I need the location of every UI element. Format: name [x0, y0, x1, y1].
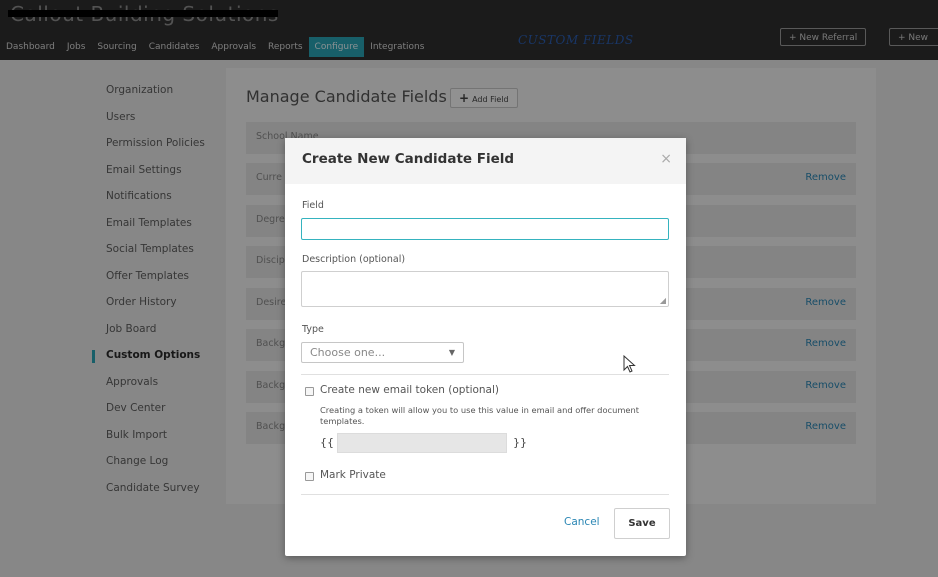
description-textarea[interactable]: ◢: [301, 271, 669, 307]
token-input[interactable]: [337, 433, 507, 453]
mark-private-checkbox[interactable]: [305, 472, 314, 481]
divider: [301, 494, 669, 495]
token-close-brace: }}: [513, 436, 527, 449]
type-select[interactable]: Choose one... ▼: [301, 342, 464, 363]
email-token-label: Create new email token (optional): [320, 384, 500, 396]
field-label: Field: [302, 200, 324, 211]
mouse-pointer-icon: [623, 355, 636, 373]
description-label: Description (optional): [302, 254, 406, 265]
type-selected-value: Choose one...: [310, 346, 386, 359]
cancel-button[interactable]: Cancel: [564, 516, 600, 528]
token-open-brace: {{: [320, 436, 334, 449]
close-icon[interactable]: ×: [660, 151, 672, 167]
modal-title: Create New Candidate Field: [302, 151, 515, 167]
mark-private-label: Mark Private: [320, 469, 386, 481]
modal-header: Create New Candidate Field ×: [285, 138, 686, 184]
field-name-input[interactable]: [301, 218, 669, 240]
email-token-checkbox[interactable]: [305, 387, 314, 396]
dropdown-arrow-icon: ▼: [448, 348, 455, 357]
divider: [301, 374, 669, 375]
save-button[interactable]: Save: [614, 508, 670, 539]
create-field-modal: Create New Candidate Field × Field Descr…: [285, 138, 686, 556]
resize-handle-icon[interactable]: ◢: [660, 296, 666, 305]
type-label: Type: [302, 324, 324, 335]
email-token-help: Creating a token will allow you to use t…: [320, 405, 640, 426]
